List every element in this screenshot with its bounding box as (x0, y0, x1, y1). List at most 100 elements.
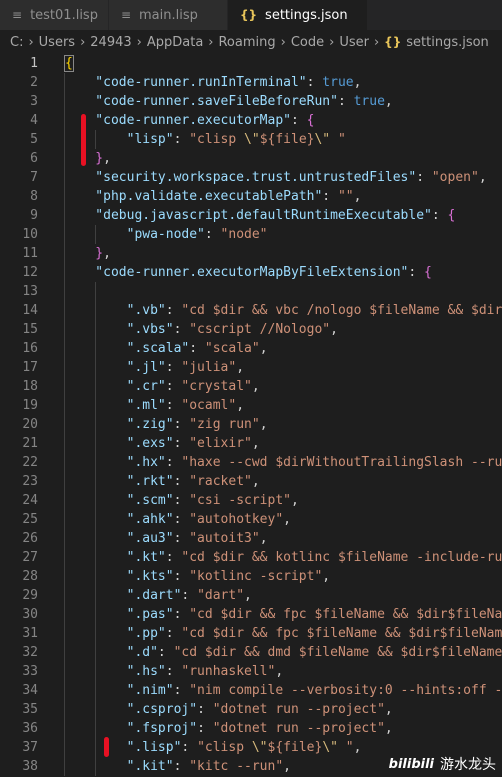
code-line[interactable]: 14 ".vb": "cd $dir && vbc /nologo $fileN… (0, 301, 502, 320)
line-number: 33 (22, 664, 38, 679)
code-line[interactable]: 16 ".scala": "scala", (0, 339, 502, 358)
code-line[interactable]: 6 }, (0, 149, 502, 168)
code-token: ".ahk" (64, 512, 174, 527)
code-line[interactable]: 22 ".hx": "haxe --cwd $dirWithoutTrailin… (0, 453, 502, 472)
code-line[interactable]: 13 (0, 282, 502, 301)
code-token: { (306, 113, 315, 128)
code-token: "code-runner.runInTerminal" (64, 75, 307, 90)
code-line[interactable]: 11 }, (0, 244, 502, 263)
code-token: , (283, 512, 291, 527)
breadcrumb-item[interactable]: 24943 (90, 35, 131, 50)
code-token: , (275, 664, 284, 679)
code-text: ".kts": "kotlinc -script", (64, 567, 331, 586)
code-token: ".scala" (64, 341, 190, 356)
breadcrumb-file[interactable]: settings.json (406, 35, 489, 50)
code-token: ".csproj" (64, 702, 198, 717)
code-token: : (197, 721, 213, 736)
code-token: "clisp (189, 132, 245, 147)
code-token: \" (244, 132, 260, 147)
code-line[interactable]: 25 ".ahk": "autohotkey", (0, 510, 502, 529)
code-token: "code-runner.saveFileBeforeRun" (64, 94, 338, 109)
breadcrumb-item[interactable]: Roaming (218, 35, 275, 50)
code-line[interactable]: 35 ".csproj": "dotnet run --project", (0, 700, 502, 719)
code-token: , (259, 417, 268, 432)
code-token: : (408, 265, 425, 280)
line-number: 34 (22, 683, 38, 698)
code-token: ".cr" (64, 379, 166, 394)
breadcrumb-item[interactable]: C: (10, 35, 23, 50)
annotation-mark (104, 737, 109, 757)
indent-guide (64, 73, 65, 776)
breadcrumb-item[interactable]: User (339, 35, 369, 50)
code-token: ".d" (64, 645, 158, 660)
code-token: : (189, 341, 205, 356)
code-token: "cd $dir && fpc $fileName && $dir$fileNa… (189, 607, 502, 622)
code-line[interactable]: 32 ".d": "cd $dir && dmd $fileName && $d… (0, 643, 502, 662)
code-text: ".hs": "runhaskell", (64, 662, 284, 681)
code-token: "open" (431, 170, 479, 185)
code-line[interactable]: 7 "security.workspace.trust.untrustedFil… (0, 168, 502, 187)
code-token: "julia" (181, 360, 237, 375)
code-token: \" (251, 740, 268, 755)
line-number: 6 (30, 151, 38, 166)
code-line[interactable]: 31 ".pp": "cd $dir && fpc $fileName && $… (0, 624, 502, 643)
code-token: "ocaml" (181, 398, 237, 413)
tab-test01-lisp[interactable]: ≡ test01.lisp (0, 0, 109, 30)
code-token: ${file} (259, 132, 315, 147)
code-token: : (173, 132, 190, 147)
code-line[interactable]: 8 "php.validate.executablePath": "", (0, 187, 502, 206)
breadcrumb-item[interactable]: Code (291, 35, 324, 50)
code-editor[interactable]: 1{2 "code-runner.runInTerminal": true, 3 … (0, 54, 502, 777)
code-line[interactable]: 27 ".kt": "cd $dir && kotlinc $fileName … (0, 548, 502, 567)
code-token: , (251, 379, 260, 394)
code-line[interactable]: 4 "code-runner.executorMap": { (0, 111, 502, 130)
tab-main-lisp[interactable]: ≡ main.lisp (108, 0, 228, 30)
code-token: ${file} (267, 740, 323, 755)
code-line[interactable]: 26 ".au3": "autoit3", (0, 529, 502, 548)
code-token: { (64, 55, 74, 72)
code-line[interactable]: 36 ".fsproj": "dotnet run --project", (0, 719, 502, 738)
tab-settings-json[interactable]: {} settings.json (227, 0, 368, 30)
code-line[interactable]: 15 ".vbs": "cscript //Nologo", (0, 320, 502, 339)
code-line[interactable]: 30 ".pas": "cd $dir && fpc $fileName && … (0, 605, 502, 624)
line-number: 8 (30, 189, 38, 204)
chevron-right-icon: › (329, 34, 335, 50)
code-line[interactable]: 28 ".kts": "kotlinc -script", (0, 567, 502, 586)
code-line[interactable]: 21 ".exs": "elixir", (0, 434, 502, 453)
code-line[interactable]: 29 ".dart": "dart", (0, 586, 502, 605)
code-text: }, (64, 149, 111, 168)
code-token: ".kts" (64, 569, 174, 584)
code-line[interactable]: 23 ".rkt": "racket", (0, 472, 502, 491)
json-braces-icon: {} (384, 35, 402, 49)
code-line[interactable]: 12 "code-runner.executorMapByFileExtensi… (0, 263, 502, 282)
breadcrumb-item[interactable]: Users (39, 35, 75, 50)
code-token: : (173, 474, 190, 489)
code-text: ".csproj": "dotnet run --project", (64, 700, 393, 719)
code-token: , (322, 569, 331, 584)
code-line[interactable]: 33 ".hs": "runhaskell", (0, 662, 502, 681)
code-line[interactable]: 17 ".jl": "julia", (0, 358, 502, 377)
code-line[interactable]: 34 ".nim": "nim compile --verbosity:0 --… (0, 681, 502, 700)
code-line[interactable]: 20 ".zig": "zig run", (0, 415, 502, 434)
code-token: ".ml" (64, 398, 166, 413)
code-line[interactable]: 18 ".cr": "crystal", (0, 377, 502, 396)
code-token: "autoit3" (189, 531, 260, 546)
code-token: " (337, 740, 354, 755)
code-line[interactable]: 10 "pwa-node": "node" (0, 225, 502, 244)
code-token: } (64, 246, 104, 261)
line-number: 32 (22, 645, 38, 660)
code-token: , (251, 474, 260, 489)
code-token: : (204, 227, 221, 242)
code-line[interactable]: 19 ".ml": "ocaml", (0, 396, 502, 415)
breadcrumb-item[interactable]: AppData (147, 35, 203, 50)
code-line[interactable]: 5 "lisp": "clisp \"${file}\" " (0, 130, 502, 149)
code-line[interactable]: 3 "code-runner.saveFileBeforeRun": true, (0, 92, 502, 111)
code-token: : (173, 322, 190, 337)
code-line[interactable]: 9 "debug.javascript.defaultRuntimeExecut… (0, 206, 502, 225)
code-line[interactable]: 2 "code-runner.runInTerminal": true, (0, 73, 502, 92)
code-line[interactable]: 24 ".scm": "csi -script", (0, 491, 502, 510)
code-token: : (157, 645, 174, 660)
line-number: 3 (30, 94, 38, 109)
code-line[interactable]: 1{ (0, 54, 502, 73)
code-text: "code-runner.executorMap": { (64, 111, 314, 130)
